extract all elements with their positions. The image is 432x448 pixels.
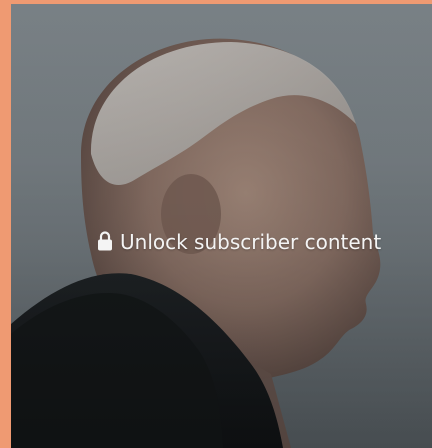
lock-icon: [97, 231, 113, 253]
unlock-label: Unlock subscriber content: [120, 230, 382, 254]
content-frame: Unlock subscriber content: [0, 0, 432, 448]
unlock-subscriber-link[interactable]: Unlock subscriber content: [97, 230, 381, 254]
hero-photo: Unlock subscriber content: [11, 4, 432, 448]
photo-overlay: [11, 4, 432, 448]
